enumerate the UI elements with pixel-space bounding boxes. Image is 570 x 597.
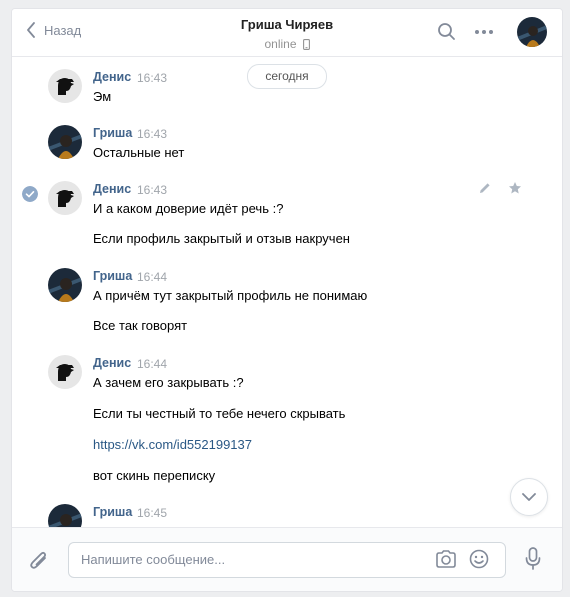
more-icon[interactable] [474,29,494,35]
message-actions [478,181,522,195]
message-time: 16:43 [137,127,168,141]
peer-status: online [12,37,562,51]
messenger-window: Назад Гриша Чиряев online сегодня Денис … [11,8,563,592]
message-block[interactable]: Гриша 16:45 Я [12,504,562,527]
message-author[interactable]: Денис [93,70,131,84]
check-icon[interactable] [22,186,38,202]
camera-icon[interactable] [435,549,457,569]
chevron-down-icon [522,493,536,501]
smile-icon[interactable] [469,549,489,569]
avatar[interactable] [48,268,82,302]
message-author[interactable]: Гриша [93,126,132,140]
message-author[interactable]: Денис [93,182,131,196]
avatar[interactable] [48,181,82,215]
message-author[interactable]: Гриша [93,505,132,519]
message-author[interactable]: Гриша [93,269,132,283]
paperclip-icon[interactable] [28,548,50,572]
date-divider: сегодня [247,64,327,89]
message-input-box[interactable] [68,542,506,578]
star-icon[interactable] [508,181,522,195]
message-text: вот скинь переписку [93,468,216,483]
message-time: 16:43 [137,183,168,197]
message-text: Остальные нет [93,145,185,160]
chat-header: Назад Гриша Чиряев online [12,9,562,57]
message-time: 16:44 [137,357,168,371]
message-text: Если профиль закрытый и отзыв накручен [93,231,350,246]
message-link[interactable]: https://vk.com/id552199137 [93,437,252,452]
message-time: 16:45 [137,506,168,520]
composer [12,527,562,591]
scroll-down-button[interactable] [510,478,548,516]
edit-icon[interactable] [478,181,492,195]
message-author[interactable]: Денис [93,356,131,370]
message-time: 16:44 [137,270,168,284]
message-text: Эм [93,89,112,104]
search-icon[interactable] [437,22,457,42]
avatar[interactable] [48,355,82,389]
avatar[interactable] [48,504,82,527]
avatar[interactable] [48,69,82,103]
message-text: Если ты честный то тебе нечего скрывать [93,406,346,421]
message-text: А причём тут закрытый профиль не понимаю [93,288,368,303]
message-text: И а каком доверие идёт речь :? [93,201,284,216]
peer-status-text: online [264,37,297,51]
peer-avatar[interactable] [517,17,547,47]
message-time: 16:43 [137,71,168,85]
message-text: Все так говорят [93,318,188,333]
microphone-icon[interactable] [525,547,541,571]
message-input[interactable] [69,543,433,575]
avatar[interactable] [48,125,82,159]
phone-icon [302,38,310,50]
message-text: А зачем его закрывать :? [93,375,244,390]
